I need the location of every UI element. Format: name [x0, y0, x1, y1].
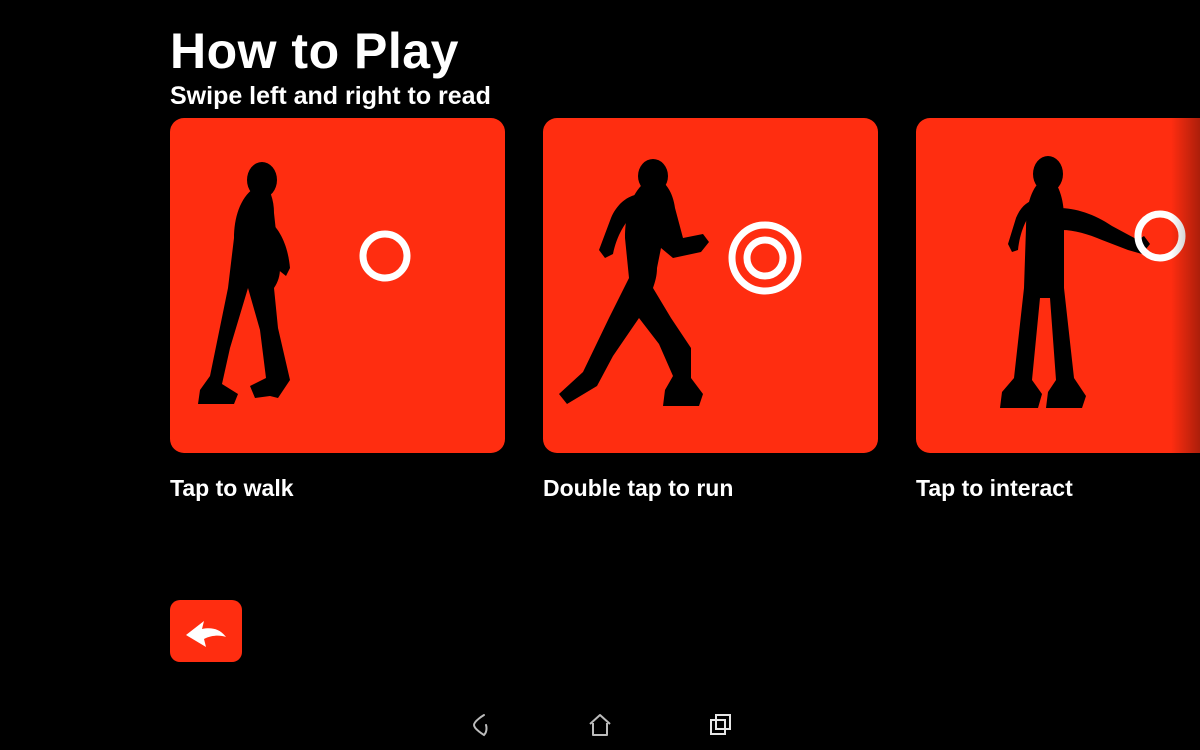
android-navbar [0, 700, 1200, 750]
tutorial-card-run[interactable]: Double tap to run [543, 118, 878, 502]
tutorial-carousel[interactable]: Tap to walk [170, 118, 1200, 502]
double-tap-icon [732, 225, 798, 291]
back-button[interactable] [170, 600, 242, 662]
tutorial-caption: Tap to walk [170, 475, 505, 502]
nav-recent-button[interactable] [705, 710, 735, 740]
nav-back-button[interactable] [465, 710, 495, 740]
home-icon [587, 712, 613, 738]
single-tap-icon [1138, 214, 1182, 258]
tutorial-card-walk[interactable]: Tap to walk [170, 118, 505, 502]
tutorial-tile [916, 118, 1200, 453]
page-title: How to Play [170, 22, 459, 80]
tutorial-caption: Tap to interact [916, 475, 1200, 502]
back-arrow-icon [182, 613, 230, 649]
tutorial-caption: Double tap to run [543, 475, 878, 502]
tutorial-tile [543, 118, 878, 453]
nav-home-button[interactable] [585, 710, 615, 740]
back-icon [466, 711, 494, 739]
page-subtitle: Swipe left and right to read [170, 82, 491, 111]
tutorial-tile [170, 118, 505, 453]
single-tap-icon [363, 234, 407, 278]
tutorial-card-interact[interactable]: Tap to interact [916, 118, 1200, 502]
tutorial-screen: How to Play Swipe left and right to read [0, 0, 1200, 750]
recent-apps-icon [707, 712, 733, 738]
